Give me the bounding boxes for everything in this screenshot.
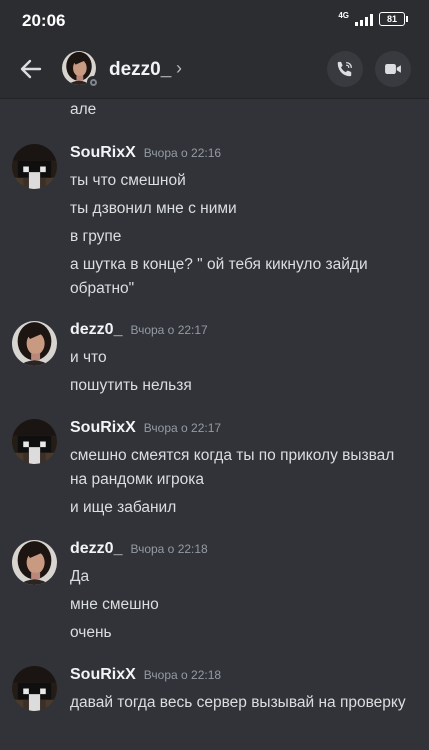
minecraft-skin-avatar [12, 666, 57, 711]
author-avatar[interactable] [12, 540, 57, 585]
minecraft-skin-avatar [12, 144, 57, 189]
voice-call-button[interactable] [327, 51, 363, 87]
message-text: очень [70, 624, 112, 641]
author-name: SouRixX [70, 419, 136, 436]
author-name: SouRixX [70, 144, 136, 161]
message-text: и ище забанил [70, 499, 177, 516]
message-text: але [70, 101, 97, 118]
video-call-button[interactable] [375, 51, 411, 87]
message-body: смешно смеятся когда ты по приколу вызва… [70, 444, 415, 524]
message-author[interactable]: SouRixX Вчора о 22:17 [70, 419, 221, 437]
message-author[interactable]: SouRixX Вчора о 22:16 [70, 144, 221, 162]
author-avatar[interactable] [12, 144, 57, 189]
header-avatar[interactable] [62, 51, 99, 88]
message-author[interactable]: dezz0_ Вчора о 22:18 [70, 540, 208, 558]
author-avatar[interactable] [12, 419, 57, 464]
message-timestamp: Вчора о 22:17 [130, 323, 208, 337]
battery-icon: 81 [379, 12, 408, 26]
offline-status-icon [87, 76, 99, 88]
message-text: ты что смешной [70, 172, 186, 189]
message-author[interactable]: dezz0_ Вчора о 22:17 [70, 321, 208, 339]
back-button[interactable] [16, 54, 46, 84]
message-text: мне смешно [70, 596, 159, 613]
message-timestamp: Вчора о 22:18 [143, 668, 222, 682]
message-list[interactable]: але SouRixX Вчора о 22:16 ты что смешной … [0, 99, 429, 750]
video-camera-icon [385, 64, 401, 74]
message-author[interactable]: SouRixX Вчора о 22:18 [70, 666, 221, 684]
author-name: dezz0_ [70, 540, 123, 557]
message-timestamp: Вчора о 22:16 [143, 146, 222, 160]
status-bar: 20:06 4G 81 [0, 0, 429, 40]
message-text: ты дзвонил мне с ними [70, 200, 237, 217]
chat-header: dezz0_ › [0, 40, 429, 99]
message-text: Да [70, 568, 90, 585]
author-avatar[interactable] [12, 321, 57, 366]
message-body: Да мне смешно очень [70, 565, 415, 649]
message-body: давай тогда весь сервер вызывай на прове… [70, 691, 415, 719]
message-body: и что пошутить нельзя [70, 346, 415, 402]
header-username[interactable]: dezz0_ [109, 59, 171, 81]
message-timestamp: Вчора о 22:18 [130, 542, 208, 556]
author-name: SouRixX [70, 666, 136, 683]
status-time: 20:06 [22, 11, 66, 30]
message-text: смешно смеятся когда ты по приколу вызва… [70, 447, 395, 488]
status-indicators: 4G 81 [338, 11, 408, 26]
message-text: давай тогда весь сервер вызывай на прове… [70, 694, 406, 711]
chevron-right-icon[interactable]: › [176, 58, 182, 79]
minecraft-skin-avatar [12, 419, 57, 464]
signal-icon [355, 13, 373, 26]
message-timestamp: Вчора о 22:17 [143, 421, 222, 435]
message-text: и что [70, 349, 107, 366]
message-text: пошутить нельзя [70, 377, 192, 394]
woman-portrait-avatar [12, 321, 57, 366]
network-type: 4G [338, 11, 349, 20]
phone-icon [337, 61, 352, 77]
author-name: dezz0_ [70, 321, 123, 338]
message-text: в групе [70, 228, 122, 245]
woman-portrait-avatar [12, 540, 57, 585]
author-avatar[interactable] [12, 666, 57, 711]
message-body: ты что смешной ты дзвонил мне с ними в г… [70, 169, 415, 305]
message-text: а шутка в конце? " ой тебя кикнуло зайди… [70, 256, 368, 297]
arrow-left-icon [20, 59, 42, 79]
